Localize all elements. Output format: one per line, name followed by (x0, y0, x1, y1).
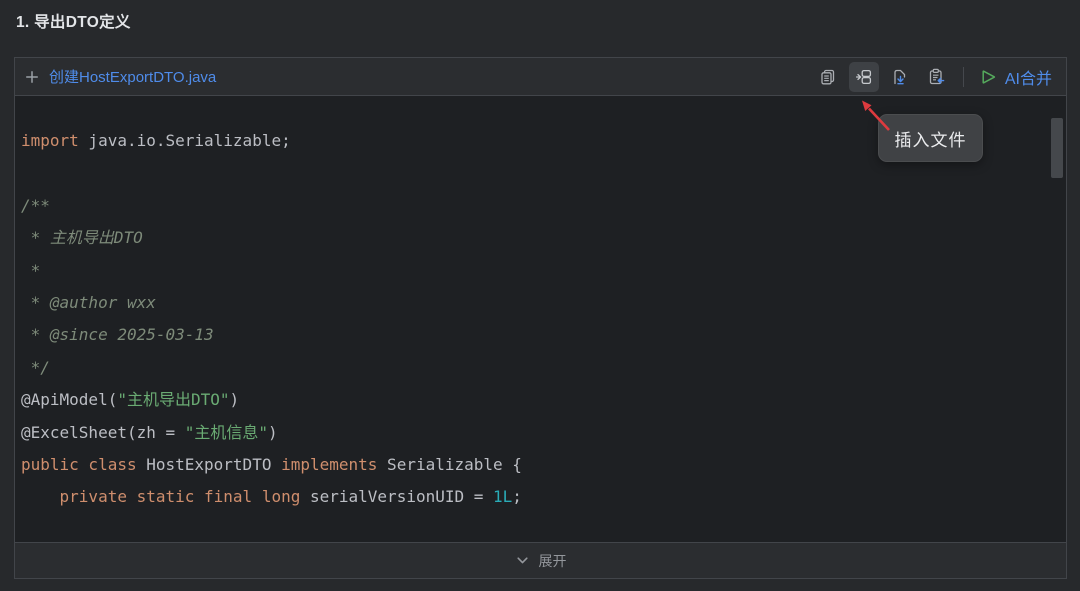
ai-merge-button[interactable]: AI合并 (976, 63, 1056, 91)
expand-label: 展开 (538, 552, 567, 569)
toolbar-separator (962, 66, 964, 87)
scrollbar-thumb[interactable] (1051, 118, 1063, 178)
code-area: import java.io.Serializable; /** * 主机导出D… (15, 96, 1066, 542)
code-line: * 主机导出DTO (21, 228, 143, 248)
clipboard-apply-icon[interactable] (921, 62, 951, 92)
code-line: @ApiModel("主机导出DTO") (21, 390, 240, 410)
filename-label: 创建HostExportDTO.java (49, 69, 217, 86)
copy-icon[interactable] (813, 62, 843, 92)
expand-button[interactable]: 展开 (15, 542, 1066, 578)
code-block-header: 创建HostExportDTO.java AI合并 (15, 58, 1066, 96)
ai-merge-label: AI合并 (1004, 70, 1052, 88)
code-line: @ExcelSheet(zh = "主机信息") (21, 422, 278, 442)
save-to-file-icon[interactable] (885, 62, 915, 92)
code-line: private static final long serialVersionU… (59, 487, 522, 507)
tooltip: 插入文件 (878, 114, 983, 162)
tooltip-text: 插入文件 (894, 130, 967, 150)
code-line: * @author wxx (21, 293, 156, 313)
code-line: /** (21, 195, 50, 215)
plus-icon (24, 69, 40, 85)
insert-file-icon[interactable] (848, 61, 879, 92)
page-title: 1. 导出DTO定义 (16, 14, 131, 31)
code-line: * (21, 260, 41, 280)
play-icon (980, 68, 998, 86)
chevron-down-icon (515, 553, 530, 568)
toolbar: AI合并 (813, 61, 1056, 92)
code-lines: import java.io.Serializable; /** * 主机导出D… (21, 125, 1046, 514)
code-line: * @since 2025-03-13 (21, 325, 214, 345)
code-line: */ (21, 357, 50, 377)
code-line: public class HostExportDTO implements Se… (21, 455, 522, 475)
